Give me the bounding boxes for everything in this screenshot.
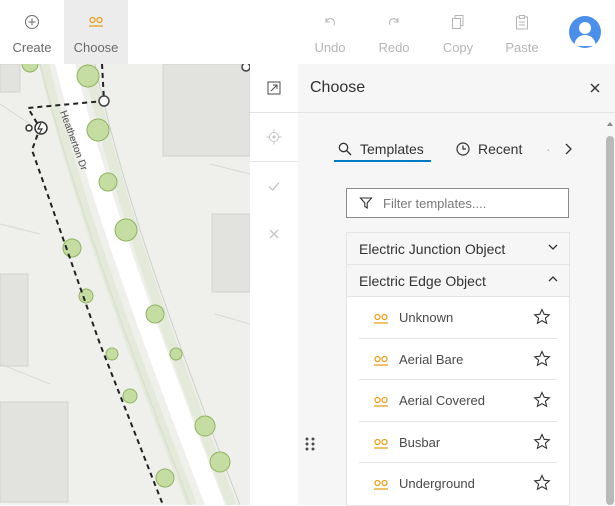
edge-symbol-icon	[374, 355, 388, 366]
copy-label: Copy	[442, 40, 474, 55]
undo-icon	[323, 12, 337, 32]
building-footprint	[162, 64, 250, 157]
building-footprint	[0, 401, 69, 503]
tab-templates-label: Templates	[360, 141, 424, 157]
user-icon	[574, 22, 596, 46]
star-icon[interactable]	[533, 391, 551, 409]
template-name: Busbar	[399, 434, 441, 450]
tab-templates[interactable]: Templates	[338, 136, 424, 162]
template-name: Underground	[399, 476, 475, 491]
edge-symbol-icon	[374, 396, 388, 407]
copy-icon	[450, 12, 466, 32]
edge-symbol-icon	[374, 479, 388, 490]
chevron-right-icon	[565, 143, 572, 155]
template-items: Unknown Aerial Bare Aerial Covered Busba…	[346, 296, 570, 506]
filter-field[interactable]	[346, 188, 569, 218]
editor-toolbar: Create Choose Undo Redo Copy Paste	[0, 0, 615, 64]
building-footprint	[0, 64, 21, 93]
template-name: Unknown	[399, 310, 454, 325]
map-canvas: Heatherton Dr	[0, 64, 250, 505]
user-avatar[interactable]	[569, 16, 601, 48]
checkmark-icon	[268, 182, 280, 191]
undo-label: Undo	[314, 40, 346, 55]
edge-symbol-icon	[374, 313, 388, 324]
expand-panel-button[interactable]	[250, 64, 298, 112]
expand-icon	[267, 81, 281, 95]
redo-button[interactable]: Redo	[362, 0, 426, 64]
template-symbol-icon	[88, 12, 104, 32]
close-icon	[269, 229, 279, 239]
star-icon[interactable]	[533, 474, 551, 492]
edge-symbol-icon	[374, 438, 388, 449]
panel-header: Choose	[298, 64, 615, 113]
template-item-unknown[interactable]: Unknown	[359, 297, 557, 339]
group-title: Electric Junction Object	[359, 240, 506, 257]
scroll-up-icon[interactable]	[606, 120, 614, 128]
tab-recent-label: Recent	[478, 141, 523, 157]
choose-button[interactable]: Choose	[64, 0, 128, 64]
building-footprint	[211, 213, 250, 293]
paste-icon	[514, 12, 530, 32]
map-view[interactable]: Heatherton Dr	[0, 64, 250, 505]
create-label: Create	[12, 40, 52, 55]
group-electric-junction-object[interactable]: Electric Junction Object	[346, 232, 570, 264]
clock-icon	[456, 142, 470, 156]
plus-circle-icon	[24, 12, 40, 32]
group-electric-edge-object[interactable]: Electric Edge Object	[346, 264, 570, 296]
redo-label: Redo	[378, 40, 410, 55]
template-item-aerial-covered[interactable]: Aerial Covered	[359, 380, 557, 422]
active-tab-indicator	[334, 160, 431, 162]
choose-panel: Choose Templates Recent · Electric Junct…	[298, 64, 615, 506]
group-title: Electric Edge Object	[359, 272, 486, 289]
close-icon	[590, 83, 600, 93]
panel-scrollbar[interactable]	[606, 136, 614, 505]
paste-button[interactable]: Paste	[490, 0, 554, 64]
template-item-underground[interactable]: Underground	[359, 463, 557, 505]
chevron-up-icon	[548, 276, 558, 282]
side-rail	[250, 64, 299, 505]
panel-title: Choose	[310, 79, 366, 96]
drag-handle-icon[interactable]	[304, 436, 316, 452]
undo-button[interactable]: Undo	[298, 0, 362, 64]
template-list: Electric Junction Object Electric Edge O…	[346, 232, 570, 506]
filter-icon	[359, 197, 373, 209]
choose-label: Choose	[73, 40, 119, 55]
star-icon[interactable]	[533, 432, 551, 451]
locate-button[interactable]	[250, 113, 298, 161]
cancel-button[interactable]	[250, 210, 298, 258]
tabs-scroll-right-button[interactable]	[558, 136, 578, 162]
template-name: Aerial Covered	[399, 393, 485, 408]
confirm-button[interactable]	[250, 162, 298, 210]
star-icon[interactable]	[533, 349, 551, 368]
chevron-down-icon	[548, 244, 558, 250]
template-name: Aerial Bare	[399, 351, 464, 367]
target-icon	[266, 129, 282, 145]
template-item-busbar[interactable]: Busbar	[359, 421, 557, 463]
template-item-aerial-bare[interactable]: Aerial Bare	[359, 338, 557, 380]
filter-templates-input[interactable]	[381, 194, 565, 212]
copy-button[interactable]: Copy	[426, 0, 490, 64]
paste-label: Paste	[505, 40, 539, 55]
building-footprint	[0, 273, 29, 367]
close-panel-button[interactable]	[585, 78, 605, 98]
star-icon[interactable]	[533, 308, 551, 326]
create-button[interactable]: Create	[0, 0, 64, 64]
redo-icon	[387, 12, 401, 32]
tab-overflow-hint: ·	[546, 141, 551, 157]
tab-recent[interactable]: Recent	[456, 136, 522, 162]
search-icon	[338, 142, 352, 156]
